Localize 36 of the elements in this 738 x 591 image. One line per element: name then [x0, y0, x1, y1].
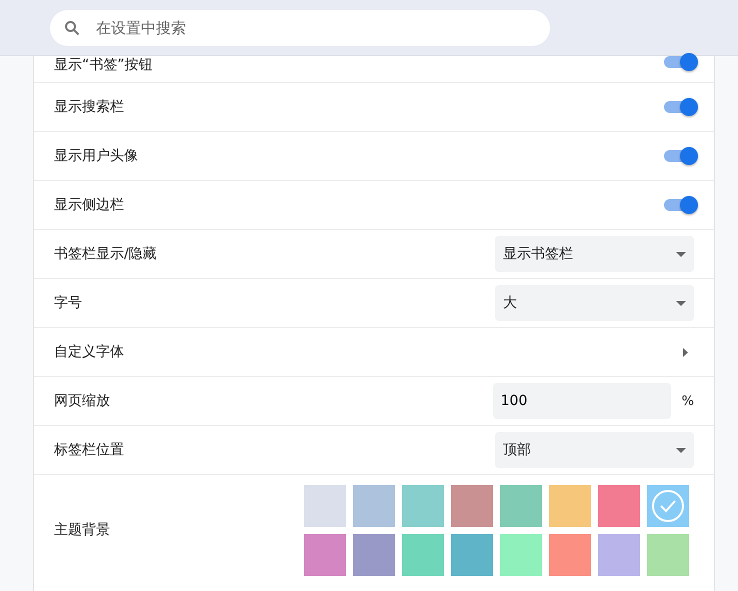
color-swatch[interactable]: [500, 484, 542, 526]
setting-label: 主题背景: [54, 521, 110, 539]
setting-label: 书签栏显示/隐藏: [54, 245, 157, 263]
setting-label: 网页缩放: [54, 392, 110, 410]
color-swatch[interactable]: [598, 484, 640, 526]
dropdown[interactable]: 显示书签栏: [495, 236, 694, 272]
color-swatch[interactable]: [402, 534, 444, 576]
color-swatch[interactable]: [402, 484, 444, 526]
unit-label: %: [682, 394, 694, 408]
color-swatch[interactable]: [353, 484, 395, 526]
caret-icon[interactable]: [683, 348, 688, 356]
setting-label: 显示用户头像: [54, 147, 138, 165]
color-swatch[interactable]: [549, 484, 591, 526]
setting-label: 显示搜索栏: [54, 98, 124, 116]
dropdown[interactable]: 大: [495, 285, 694, 321]
search-field[interactable]: 在设置中搜索: [50, 10, 550, 46]
color-swatch[interactable]: [451, 534, 493, 576]
setting-label: 标签栏位置: [54, 441, 124, 459]
color-swatch[interactable]: [500, 534, 542, 576]
color-swatch[interactable]: [353, 534, 395, 576]
color-swatch[interactable]: [304, 484, 346, 526]
dropdown[interactable]: 顶部: [495, 432, 694, 468]
setting-label: 显示侧边栏: [54, 196, 124, 214]
color-swatch[interactable]: [549, 534, 591, 576]
caret-icon: [676, 448, 686, 452]
color-swatch[interactable]: [647, 484, 689, 526]
color-swatch[interactable]: [598, 534, 640, 576]
color-swatch[interactable]: [304, 534, 346, 576]
setting-label: 字号: [54, 294, 82, 312]
caret-icon: [676, 252, 686, 256]
color-swatch[interactable]: [647, 534, 689, 576]
color-swatch[interactable]: [451, 484, 493, 526]
setting-label: 自定义字体: [54, 343, 124, 361]
caret-icon: [676, 300, 686, 306]
setting-label: 显示“书签”按钮: [54, 56, 153, 74]
zoom-input[interactable]: 100: [492, 383, 671, 419]
